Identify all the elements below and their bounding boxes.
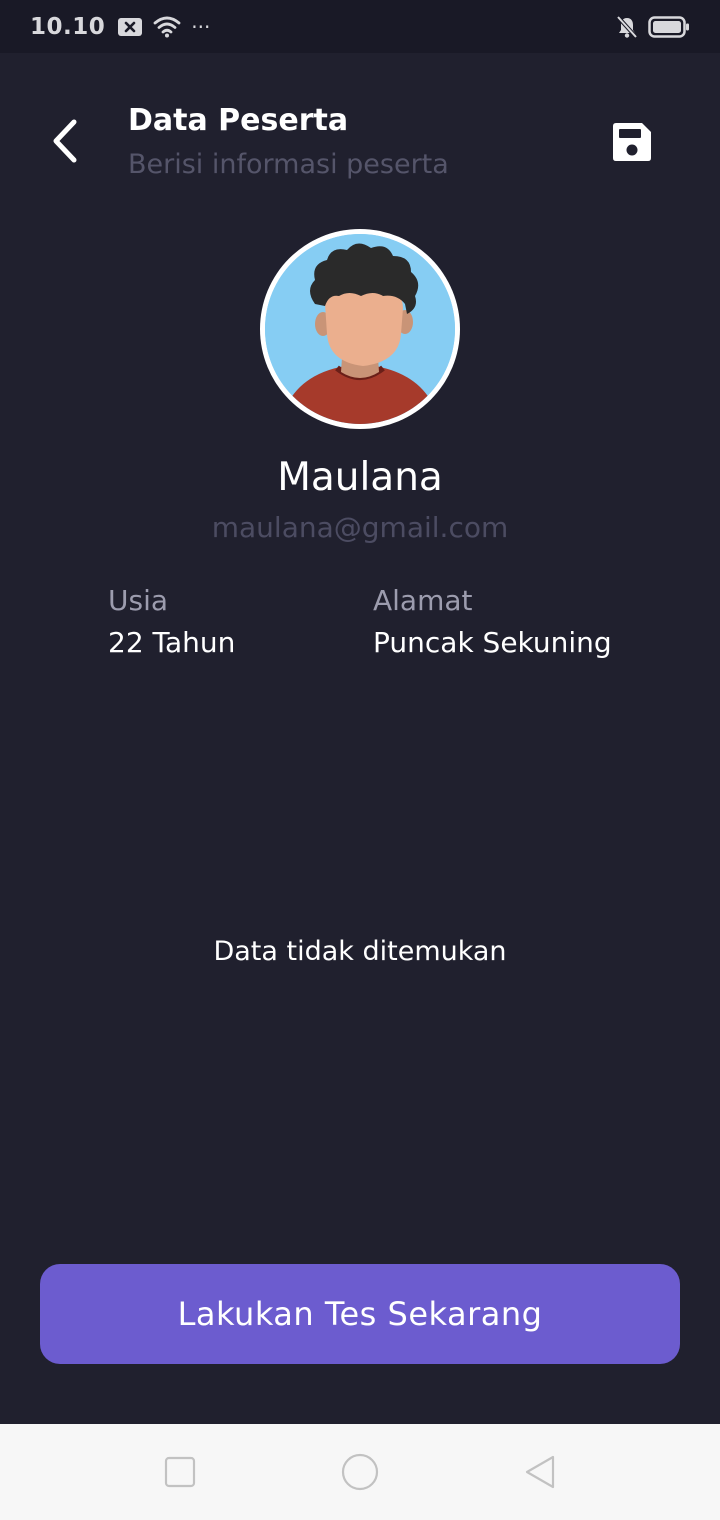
home-icon[interactable] — [340, 1452, 380, 1492]
battery-icon — [648, 15, 690, 38]
status-left-icons: ··· — [117, 15, 210, 39]
back-triangle-icon[interactable] — [520, 1452, 560, 1492]
address-value: Puncak Sekuning — [373, 626, 612, 659]
status-time: 10.10 — [30, 13, 106, 40]
system-nav-bar — [0, 1424, 720, 1520]
avatar — [260, 229, 460, 429]
age-value: 22 Tahun — [108, 626, 236, 659]
silent-icon — [616, 15, 638, 39]
notification-x-icon — [117, 17, 143, 37]
save-button[interactable] — [606, 116, 658, 168]
wifi-icon — [153, 16, 181, 38]
status-bar: 10.10 ··· — [0, 0, 720, 53]
empty-state-message: Data tidak ditemukan — [213, 936, 507, 967]
avatar-illustration — [265, 234, 455, 424]
profile-email: maulana@gmail.com — [211, 511, 509, 544]
start-test-button[interactable]: Lakukan Tes Sekarang — [40, 1264, 680, 1364]
back-button[interactable] — [40, 113, 90, 169]
app-header: Data Peserta Berisi informasi peserta — [0, 53, 720, 203]
page-title: Data Peserta — [128, 103, 349, 138]
age-label: Usia — [108, 584, 169, 617]
address-label: Alamat — [373, 584, 473, 617]
more-icon: ··· — [191, 14, 211, 39]
chevron-left-icon — [50, 118, 80, 164]
status-right-icons — [616, 15, 690, 39]
save-icon — [612, 122, 652, 162]
recent-apps-icon[interactable] — [160, 1452, 200, 1492]
page-subtitle: Berisi informasi peserta — [128, 149, 449, 180]
profile-name: Maulana — [277, 455, 443, 500]
